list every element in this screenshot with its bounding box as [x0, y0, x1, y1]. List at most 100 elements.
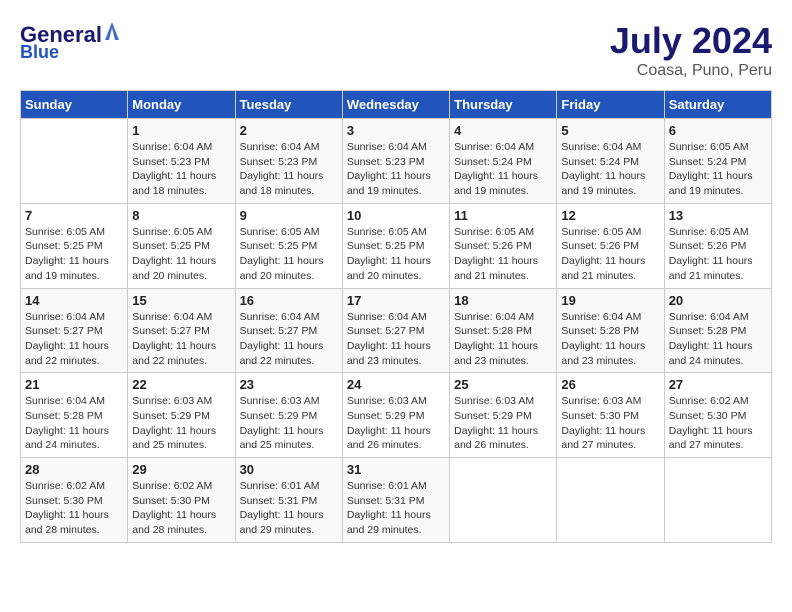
table-row: 13 Sunrise: 6:05 AMSunset: 5:26 PMDayligh… — [664, 203, 771, 288]
day-info: Sunrise: 6:05 AMSunset: 5:25 PMDaylight:… — [25, 225, 123, 284]
table-row — [21, 119, 128, 204]
col-friday: Friday — [557, 91, 664, 119]
table-row — [664, 458, 771, 543]
day-info: Sunrise: 6:05 AMSunset: 5:26 PMDaylight:… — [561, 225, 659, 284]
table-row: 12 Sunrise: 6:05 AMSunset: 5:26 PMDayligh… — [557, 203, 664, 288]
table-row: 29 Sunrise: 6:02 AMSunset: 5:30 PMDayligh… — [128, 458, 235, 543]
calendar-header-row: Sunday Monday Tuesday Wednesday Thursday… — [21, 91, 772, 119]
calendar-week-row: 7 Sunrise: 6:05 AMSunset: 5:25 PMDaylight… — [21, 203, 772, 288]
logo: General Blue — [20, 20, 121, 63]
calendar-week-row: 21Sunrise: 6:04 AMSunset: 5:28 PMDayligh… — [21, 373, 772, 458]
day-info: Sunrise: 6:01 AMSunset: 5:31 PMDaylight:… — [347, 479, 445, 538]
table-row: 3 Sunrise: 6:04 AMSunset: 5:23 PMDaylight… — [342, 119, 449, 204]
day-number: 13 — [669, 208, 767, 223]
day-info: Sunrise: 6:04 AMSunset: 5:27 PMDaylight:… — [240, 310, 338, 369]
day-number: 18 — [454, 293, 552, 308]
page-header: General Blue July 2024 Coasa, Puno, Peru — [20, 20, 772, 80]
day-info: Sunrise: 6:01 AMSunset: 5:31 PMDaylight:… — [240, 479, 338, 538]
day-number: 7 — [25, 208, 123, 223]
table-row — [450, 458, 557, 543]
table-row: 14Sunrise: 6:04 AMSunset: 5:27 PMDayligh… — [21, 288, 128, 373]
calendar-week-row: 1 Sunrise: 6:04 AMSunset: 5:23 PMDaylight… — [21, 119, 772, 204]
day-info: Sunrise: 6:04 AMSunset: 5:28 PMDaylight:… — [561, 310, 659, 369]
table-row: 1Sunrise: 6:04 AMSunset: 5:23 PMDaylight… — [128, 119, 235, 204]
calendar-title: July 2024 — [610, 20, 772, 62]
col-monday: Monday — [128, 91, 235, 119]
table-row — [557, 458, 664, 543]
day-info: Sunrise: 6:03 AMSunset: 5:29 PMDaylight:… — [240, 394, 338, 453]
calendar-subtitle: Coasa, Puno, Peru — [610, 62, 772, 80]
table-row: 6 Sunrise: 6:05 AMSunset: 5:24 PMDaylight… — [664, 119, 771, 204]
day-number: 24 — [347, 377, 445, 392]
day-number: 28 — [25, 462, 123, 477]
title-block: July 2024 Coasa, Puno, Peru — [610, 20, 772, 80]
day-info: Sunrise: 6:04 AMSunset: 5:23 PMDaylight:… — [240, 140, 338, 199]
col-tuesday: Tuesday — [235, 91, 342, 119]
table-row: 31 Sunrise: 6:01 AMSunset: 5:31 PMDayligh… — [342, 458, 449, 543]
table-row: 5 Sunrise: 6:04 AMSunset: 5:24 PMDaylight… — [557, 119, 664, 204]
table-row: 2 Sunrise: 6:04 AMSunset: 5:23 PMDaylight… — [235, 119, 342, 204]
table-row: 15 Sunrise: 6:04 AMSunset: 5:27 PMDayligh… — [128, 288, 235, 373]
day-info: Sunrise: 6:02 AMSunset: 5:30 PMDaylight:… — [25, 479, 123, 538]
day-info: Sunrise: 6:05 AMSunset: 5:26 PMDaylight:… — [454, 225, 552, 284]
day-info: Sunrise: 6:04 AMSunset: 5:28 PMDaylight:… — [669, 310, 767, 369]
day-number: 19 — [561, 293, 659, 308]
day-info: Sunrise: 6:05 AMSunset: 5:26 PMDaylight:… — [669, 225, 767, 284]
day-number: 30 — [240, 462, 338, 477]
logo-icon — [103, 20, 121, 42]
day-info: Sunrise: 6:02 AMSunset: 5:30 PMDaylight:… — [132, 479, 230, 538]
table-row: 22 Sunrise: 6:03 AMSunset: 5:29 PMDayligh… — [128, 373, 235, 458]
day-number: 31 — [347, 462, 445, 477]
day-number: 15 — [132, 293, 230, 308]
calendar-table: Sunday Monday Tuesday Wednesday Thursday… — [20, 90, 772, 543]
day-number: 16 — [240, 293, 338, 308]
day-info: Sunrise: 6:04 AMSunset: 5:23 PMDaylight:… — [347, 140, 445, 199]
day-number: 2 — [240, 123, 338, 138]
day-number: 6 — [669, 123, 767, 138]
table-row: 8 Sunrise: 6:05 AMSunset: 5:25 PMDaylight… — [128, 203, 235, 288]
day-number: 10 — [347, 208, 445, 223]
calendar-week-row: 28 Sunrise: 6:02 AMSunset: 5:30 PMDayligh… — [21, 458, 772, 543]
day-number: 1 — [132, 123, 230, 138]
day-info: Sunrise: 6:05 AMSunset: 5:25 PMDaylight:… — [132, 225, 230, 284]
table-row: 25Sunrise: 6:03 AMSunset: 5:29 PMDayligh… — [450, 373, 557, 458]
day-number: 26 — [561, 377, 659, 392]
table-row: 26Sunrise: 6:03 AMSunset: 5:30 PMDayligh… — [557, 373, 664, 458]
day-info: Sunrise: 6:04 AMSunset: 5:28 PMDaylight:… — [25, 394, 123, 453]
day-info: Sunrise: 6:05 AMSunset: 5:25 PMDaylight:… — [347, 225, 445, 284]
day-info: Sunrise: 6:05 AMSunset: 5:24 PMDaylight:… — [669, 140, 767, 199]
day-number: 12 — [561, 208, 659, 223]
day-number: 23 — [240, 377, 338, 392]
table-row: 7 Sunrise: 6:05 AMSunset: 5:25 PMDaylight… — [21, 203, 128, 288]
calendar-week-row: 14 Sunrise: 6:04 AMSunset: 5:27 PMDayligh… — [21, 288, 772, 373]
table-row: 19 Sunrise: 6:04 AMSunset: 5:28 PMDayligh… — [557, 288, 664, 373]
day-number: 5 — [561, 123, 659, 138]
day-info: Sunrise: 6:03 AMSunset: 5:29 PMDaylight:… — [347, 394, 445, 453]
day-number: 14 — [25, 293, 123, 308]
table-row: 27Sunrise: 6:02 AMSunset: 5:30 PMDayligh… — [664, 373, 771, 458]
day-number: 29 — [132, 462, 230, 477]
day-info: Sunrise: 6:05 AMSunset: 5:25 PMDaylight:… — [240, 225, 338, 284]
day-info: Sunrise: 6:03 AMSunset: 5:29 PMDaylight:… — [454, 394, 552, 453]
day-info: Sunrise: 6:03 AMSunset: 5:29 PMDaylight:… — [132, 394, 230, 453]
table-row: 20 Sunrise: 6:04 AMSunset: 5:28 PMDayligh… — [664, 288, 771, 373]
day-number: 3 — [347, 123, 445, 138]
day-number: 20 — [669, 293, 767, 308]
table-row: 28 Sunrise: 6:02 AMSunset: 5:30 PMDayligh… — [21, 458, 128, 543]
day-info: Sunrise: 6:04 AMSunset: 5:27 PMDaylight:… — [347, 310, 445, 369]
table-row: 30 Sunrise: 6:01 AMSunset: 5:31 PMDayligh… — [235, 458, 342, 543]
day-number: 11 — [454, 208, 552, 223]
day-info: Sunrise: 6:04 AMSunset: 5:24 PMDaylight:… — [561, 140, 659, 199]
table-row: 16 Sunrise: 6:04 AMSunset: 5:27 PMDayligh… — [235, 288, 342, 373]
table-row: 4Sunrise: 6:04 AMSunset: 5:24 PMDaylight… — [450, 119, 557, 204]
day-info: Sunrise: 6:04 AMSunset: 5:24 PMDaylight:… — [454, 140, 552, 199]
table-row: 17Sunrise: 6:04 AMSunset: 5:27 PMDayligh… — [342, 288, 449, 373]
day-number: 22 — [132, 377, 230, 392]
table-row: 24 Sunrise: 6:03 AMSunset: 5:29 PMDayligh… — [342, 373, 449, 458]
table-row: 23 Sunrise: 6:03 AMSunset: 5:29 PMDayligh… — [235, 373, 342, 458]
day-info: Sunrise: 6:04 AMSunset: 5:27 PMDaylight:… — [132, 310, 230, 369]
table-row: 10 Sunrise: 6:05 AMSunset: 5:25 PMDayligh… — [342, 203, 449, 288]
day-number: 8 — [132, 208, 230, 223]
day-number: 9 — [240, 208, 338, 223]
day-info: Sunrise: 6:04 AMSunset: 5:28 PMDaylight:… — [454, 310, 552, 369]
